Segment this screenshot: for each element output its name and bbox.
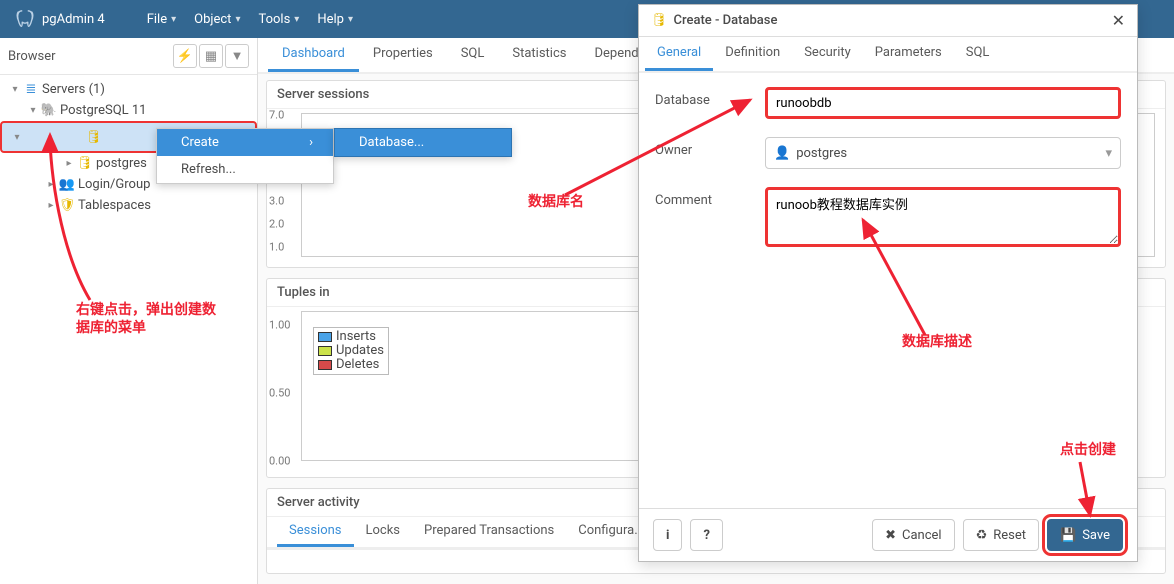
app-logo: pgAdmin 4 bbox=[14, 8, 105, 30]
toolbar-lightning-button[interactable]: ⚡ bbox=[173, 44, 197, 68]
tablespace-icon: 🛡 bbox=[58, 198, 76, 213]
chevron-down-icon: ▾ bbox=[10, 132, 24, 143]
database-icon: 🛢 bbox=[85, 130, 103, 145]
annotation-db-desc: 数据库描述 bbox=[902, 334, 972, 352]
chevron-down-icon: ▾ bbox=[26, 105, 40, 116]
legend-swatch bbox=[318, 346, 332, 356]
chevron-down-icon: ▾ bbox=[171, 14, 176, 25]
users-icon: 👥 bbox=[58, 177, 76, 192]
tab-dashboard[interactable]: Dashboard bbox=[268, 38, 359, 72]
legend-swatch bbox=[318, 360, 332, 370]
owner-label: Owner bbox=[655, 137, 765, 158]
dlg-tab-general[interactable]: General bbox=[645, 37, 713, 71]
tree-servers[interactable]: ▾ ≣ Servers (1) bbox=[0, 79, 257, 100]
subtab-locks[interactable]: Locks bbox=[354, 517, 413, 547]
dlg-tab-security[interactable]: Security bbox=[792, 37, 863, 71]
cancel-button[interactable]: ✖Cancel bbox=[872, 519, 954, 551]
close-icon[interactable]: ✕ bbox=[1112, 11, 1125, 30]
annotation-left: 右键点击，弹出创建数 据库的菜单 bbox=[76, 302, 216, 337]
chevron-down-icon: ▾ bbox=[235, 14, 240, 25]
elephant-icon bbox=[14, 8, 36, 30]
dialog-tabs: General Definition Security Parameters S… bbox=[639, 37, 1137, 73]
chevron-right-icon: ▸ bbox=[44, 179, 58, 190]
chart-legend: Inserts Updates Deletes bbox=[313, 327, 389, 375]
toolbar-filter-button[interactable]: ▼ bbox=[225, 44, 249, 68]
subtab-prepared[interactable]: Prepared Transactions bbox=[412, 517, 566, 547]
chevron-down-icon: ▾ bbox=[294, 14, 299, 25]
menu-help[interactable]: Help▾ bbox=[317, 12, 353, 27]
database-input[interactable] bbox=[765, 87, 1121, 119]
legend-swatch bbox=[318, 332, 332, 342]
chevron-down-icon: ▾ bbox=[348, 14, 353, 25]
tab-statistics[interactable]: Statistics bbox=[498, 38, 580, 72]
dlg-tab-definition[interactable]: Definition bbox=[713, 37, 792, 71]
database-icon: 🛢 bbox=[651, 13, 668, 28]
y-tick: 1.0 bbox=[269, 241, 284, 254]
comment-textarea[interactable] bbox=[765, 187, 1121, 247]
context-item-refresh[interactable]: Refresh... bbox=[157, 156, 333, 183]
owner-select[interactable]: 👤 postgres ▾ bbox=[765, 137, 1121, 169]
database-icon: 🛢 bbox=[76, 156, 94, 171]
context-item-create[interactable]: Create › bbox=[157, 129, 333, 156]
tab-properties[interactable]: Properties bbox=[359, 38, 447, 72]
tree-postgres11[interactable]: ▾ 🐘 PostgreSQL 11 bbox=[0, 100, 257, 121]
y-tick: 7.0 bbox=[269, 109, 284, 122]
menu-object[interactable]: Object▾ bbox=[194, 12, 240, 27]
context-submenu: Database... bbox=[334, 128, 512, 157]
y-tick: 0.00 bbox=[269, 455, 290, 468]
create-database-dialog: 🛢 Create - Database ✕ General Definition… bbox=[638, 4, 1138, 562]
server-group-icon: ≣ bbox=[22, 82, 40, 97]
user-icon: 👤 bbox=[774, 146, 790, 161]
comment-label: Comment bbox=[655, 187, 765, 208]
context-menu: Create › Refresh... bbox=[156, 128, 334, 184]
annotation-click-create: 点击创建 bbox=[1060, 442, 1116, 460]
app-title: pgAdmin 4 bbox=[42, 12, 105, 27]
save-icon: 💾 bbox=[1060, 528, 1076, 543]
menu-tools[interactable]: Tools▾ bbox=[258, 12, 299, 27]
help-icon: ? bbox=[703, 528, 709, 543]
dlg-tab-sql[interactable]: SQL bbox=[954, 37, 1002, 71]
help-button[interactable]: ? bbox=[690, 519, 722, 551]
database-label: Database bbox=[655, 87, 765, 108]
chevron-right-icon: › bbox=[309, 135, 313, 150]
annotation-db-name: 数据库名 bbox=[528, 194, 584, 212]
toolbar-grid-button[interactable]: ▦ bbox=[199, 44, 223, 68]
chevron-down-icon: ▾ bbox=[1105, 146, 1112, 161]
reset-button[interactable]: ♻Reset bbox=[963, 519, 1039, 551]
y-tick: 1.00 bbox=[269, 319, 290, 332]
dialog-title: Create - Database bbox=[674, 13, 778, 28]
tree-tablespaces[interactable]: ▸ 🛡 Tablespaces bbox=[0, 195, 257, 216]
browser-title: Browser bbox=[8, 49, 56, 64]
elephant-icon: 🐘 bbox=[40, 103, 58, 118]
chevron-right-icon: ▸ bbox=[44, 200, 58, 211]
recycle-icon: ♻ bbox=[976, 528, 988, 543]
y-tick: 2.0 bbox=[269, 218, 284, 231]
y-tick: 3.0 bbox=[269, 195, 284, 208]
y-tick: 0.50 bbox=[269, 387, 290, 400]
subtab-sessions[interactable]: Sessions bbox=[277, 517, 354, 547]
x-icon: ✖ bbox=[885, 528, 896, 543]
context-subitem-database[interactable]: Database... bbox=[335, 129, 511, 156]
info-icon: i bbox=[666, 528, 669, 543]
dlg-tab-parameters[interactable]: Parameters bbox=[863, 37, 954, 71]
menu-file[interactable]: File▾ bbox=[147, 12, 176, 27]
info-button[interactable]: i bbox=[653, 519, 682, 551]
save-button[interactable]: 💾Save bbox=[1047, 519, 1123, 551]
chevron-right-icon: ▸ bbox=[62, 158, 76, 169]
chevron-down-icon: ▾ bbox=[8, 84, 22, 95]
tab-sql[interactable]: SQL bbox=[447, 38, 499, 72]
